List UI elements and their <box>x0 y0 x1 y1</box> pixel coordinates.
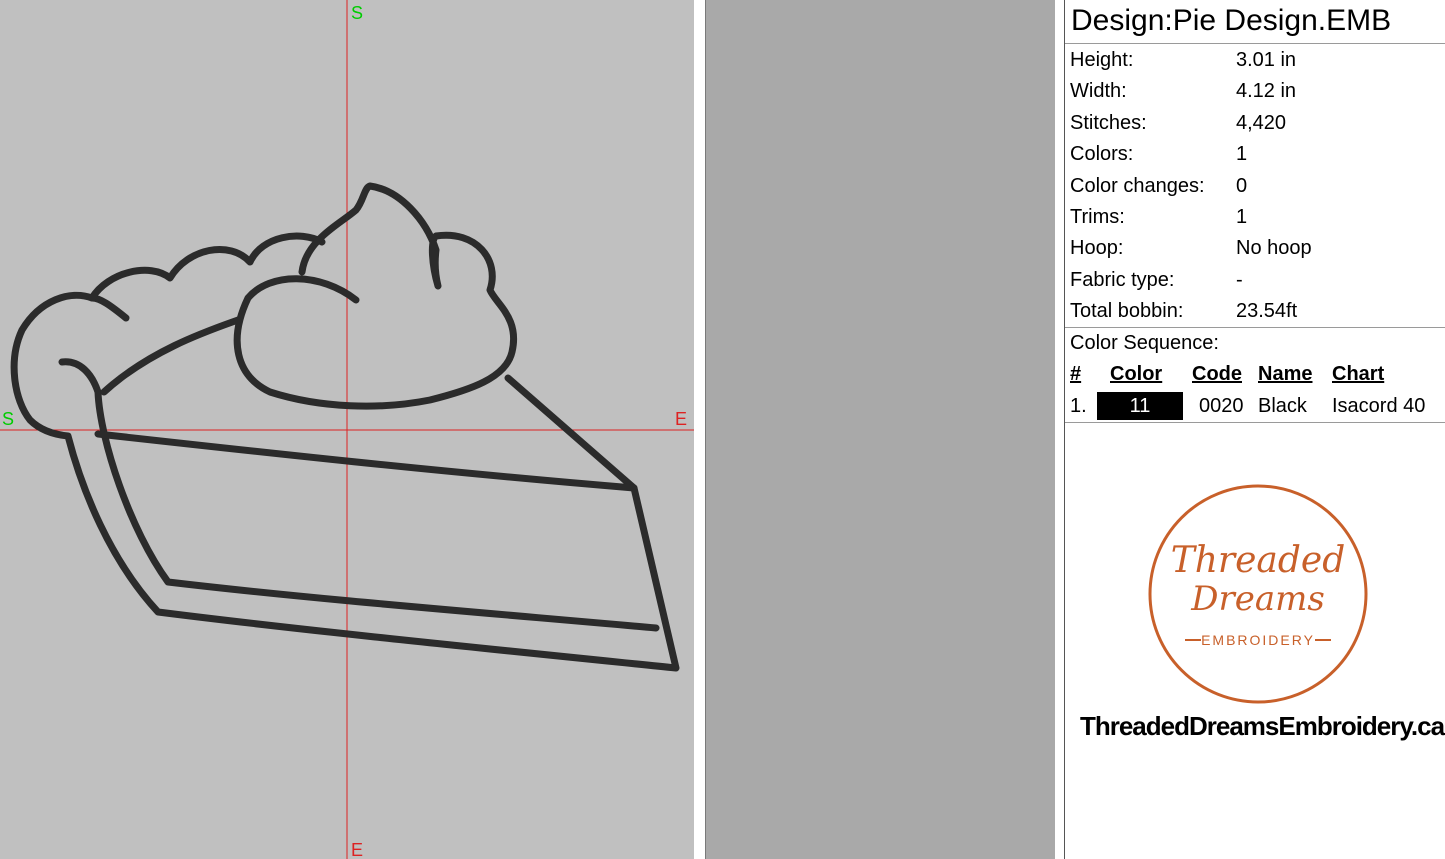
slice-top-edge <box>100 316 242 396</box>
stitch-outline <box>10 182 680 672</box>
col-header-color: Color <box>1110 363 1163 385</box>
property-value: - <box>1236 268 1243 291</box>
property-value: 23.54ft <box>1236 300 1298 323</box>
row-name: Black <box>1258 395 1307 417</box>
col-header-code: Code <box>1192 363 1242 385</box>
empty-pane <box>706 0 1055 859</box>
design-title: Design:Pie Design.EMB <box>1071 4 1392 37</box>
pie-design-preview <box>0 0 694 859</box>
property-value: 1 <box>1236 143 1248 166</box>
row-code: 0020 <box>1199 395 1244 417</box>
property-label: Colors: <box>1070 143 1134 166</box>
property-label: Trims: <box>1070 206 1125 228</box>
property-value: 3.01 in <box>1236 49 1297 71</box>
property-value: 4,420 <box>1236 111 1287 134</box>
svg-text:Threaded: Threaded <box>1171 540 1346 581</box>
col-header-chart: Chart <box>1332 363 1385 385</box>
property-label: Height: <box>1070 49 1134 71</box>
canvas-divider <box>694 0 706 859</box>
title-divider <box>1065 43 1445 44</box>
property-value: 1 <box>1236 206 1248 228</box>
color-swatch: 11 <box>1097 392 1183 420</box>
sequence-divider <box>1065 422 1445 423</box>
axis-marker-right: E <box>675 409 688 429</box>
property-value: No hoop <box>1236 237 1312 260</box>
row-chart: Isacord 40 <box>1332 395 1426 417</box>
svg-text:Dreams: Dreams <box>1190 579 1325 619</box>
whipped-cream <box>233 182 518 410</box>
property-label: Color changes: <box>1070 174 1205 197</box>
embroidery-viewer: S S E E Design:Pie Design.EMB Height: 3.0… <box>0 0 1445 859</box>
property-label: Stitches: <box>1070 111 1147 134</box>
property-label: Width: <box>1070 80 1127 103</box>
row-num: 1. <box>1070 395 1087 417</box>
design-info-panel: Design:Pie Design.EMB Height: 3.01 in Widt… <box>1065 0 1445 859</box>
property-label: Hoop: <box>1070 237 1124 260</box>
color-sequence-title: Color Sequence: <box>1070 332 1219 354</box>
col-header-num: # <box>1070 363 1082 385</box>
property-label: Fabric type: <box>1070 268 1175 291</box>
filling-edge <box>94 430 638 492</box>
inner-crust-line <box>58 358 660 632</box>
threaded-dreams-logo: Threaded Dreams EMBROIDERY <box>1148 484 1368 704</box>
col-header-name: Name <box>1258 363 1313 385</box>
svg-text:EMBROIDERY: EMBROIDERY <box>1201 632 1315 648</box>
property-label: Total bobbin: <box>1070 300 1184 323</box>
panel-divider <box>1055 0 1065 859</box>
axis-marker-left: S <box>2 409 15 429</box>
axis-marker-top: S <box>351 3 364 23</box>
property-value: 0 <box>1236 174 1248 197</box>
crust-scallops <box>88 232 326 302</box>
website-url: ThreadedDreamsEmbroidery.ca <box>1079 711 1445 741</box>
axis-marker-bottom: E <box>351 840 364 859</box>
property-value: 4.12 in <box>1236 80 1297 103</box>
design-canvas[interactable]: S S E E <box>0 0 694 859</box>
